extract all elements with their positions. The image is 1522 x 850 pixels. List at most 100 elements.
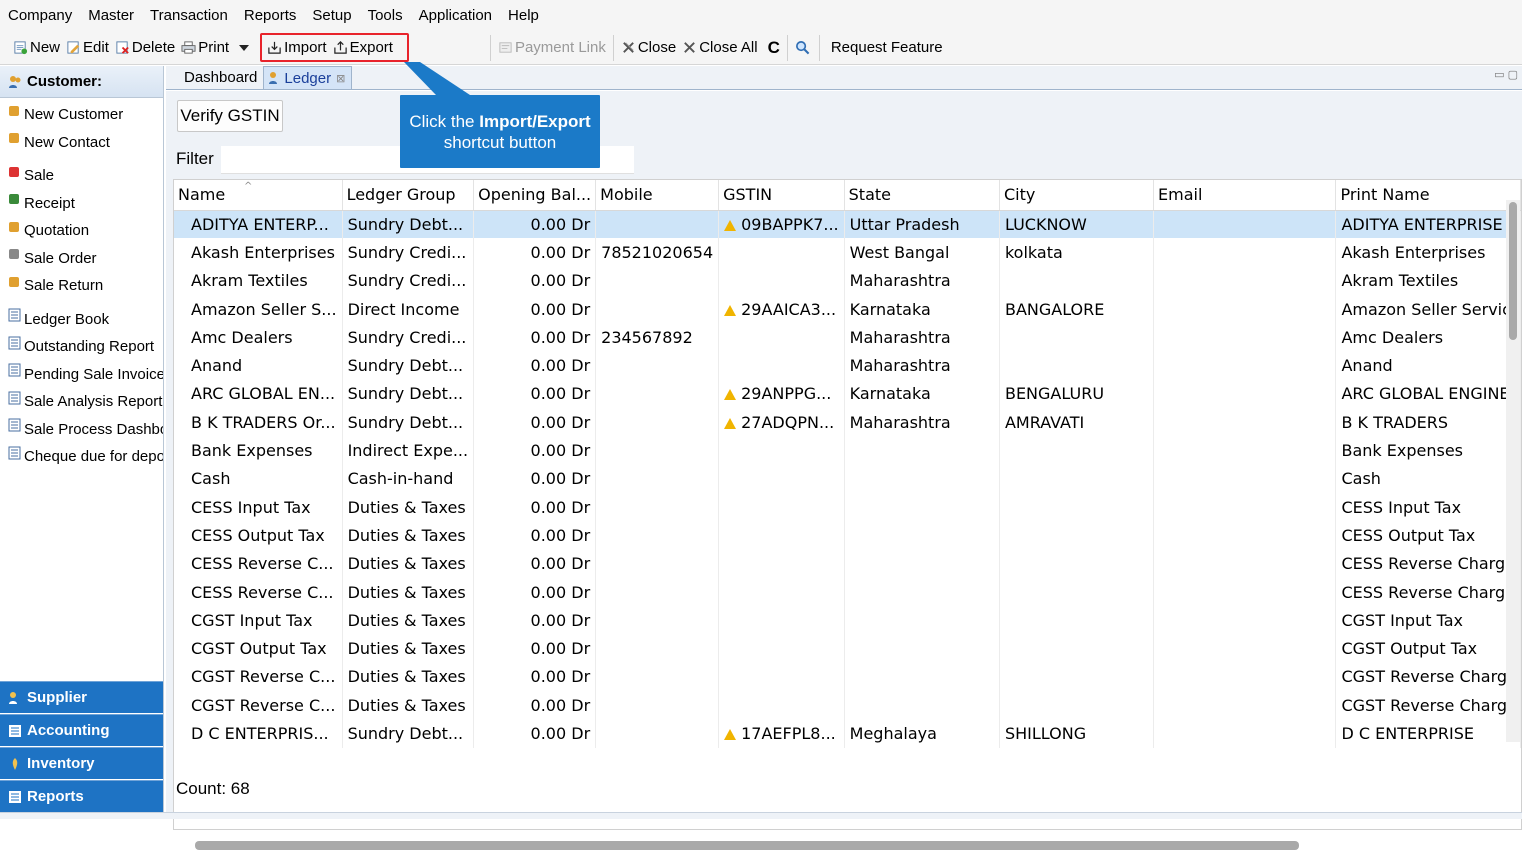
print-dropdown[interactable] — [236, 34, 252, 62]
sidebar-section-inventory[interactable]: Inventory — [0, 747, 163, 779]
sidebar-section-accounting[interactable]: Accounting — [0, 714, 163, 746]
sidebar-item-sale-return[interactable]: Sale Return — [0, 272, 163, 300]
column-header-state[interactable]: State — [844, 180, 1000, 211]
menu-help[interactable]: Help — [508, 7, 539, 24]
table-cell — [1153, 577, 1337, 607]
table-row[interactable]: CESS Input Tax Duties & Taxes 0.00 Dr CESS … — [174, 492, 1521, 522]
table-cell: CESS Output Tax — [1335, 521, 1521, 550]
table-row[interactable]: Amc Dealers Sundry Credi... 0.00 Dr 2345678… — [174, 323, 1521, 352]
sidebar-item-new-customer[interactable]: New Customer — [0, 101, 163, 129]
vertical-scrollbar-thumb[interactable] — [1509, 202, 1517, 340]
menu-application[interactable]: Application — [419, 7, 492, 24]
column-header-print-name[interactable]: Print Name — [1335, 180, 1521, 211]
tab-close-icon[interactable]: ⊠ — [336, 72, 345, 85]
horizontal-scrollbar[interactable] — [195, 841, 1299, 850]
sidebar-item-quotation[interactable]: Quotation — [0, 217, 163, 245]
table-cell: Amc Dealers — [1335, 323, 1521, 352]
table-row[interactable]: Anand Sundry Debt... 0.00 Dr Maharashtra Ana… — [174, 351, 1521, 380]
cell-text: Sundry Debt... — [347, 356, 464, 376]
table-row[interactable]: CGST Reverse C... Duties & Taxes 0.00 Dr CG… — [174, 691, 1521, 720]
minimize-maximize-icon[interactable]: ▭ ▢ — [1494, 68, 1518, 81]
table-row[interactable]: CGST Input Tax Duties & Taxes 0.00 Dr CGST … — [174, 606, 1521, 635]
accounting-icon — [9, 724, 21, 737]
column-header-opening-bal[interactable]: Opening Bal... — [473, 180, 597, 211]
sidebar-section-supplier[interactable]: Supplier — [0, 681, 163, 713]
cell-text: CGST Output Tax — [1341, 639, 1478, 659]
sidebar-item-sale-order[interactable]: Sale Order — [0, 245, 163, 273]
sidebar-item-cheque-due-for-depos[interactable]: Cheque due for depos — [0, 443, 163, 471]
table-cell: 0.00 Dr — [473, 691, 597, 720]
sidebar-section-reports[interactable]: Reports — [0, 780, 163, 812]
menu-tools[interactable]: Tools — [368, 7, 403, 24]
table-row[interactable]: ADITYA ENTERP... Sundry Debt... 0.00 Dr 09B… — [174, 210, 1521, 239]
sale-order-icon — [9, 249, 19, 260]
table-cell — [844, 634, 1000, 663]
column-header-name[interactable]: Name ^ — [174, 180, 343, 211]
table-cell — [999, 577, 1155, 607]
table-row[interactable]: CESS Reverse C... Duties & Taxes 0.00 Dr CE… — [174, 549, 1521, 578]
sidebar-item-sale-process-dashboa[interactable]: Sale Process Dashboa — [0, 416, 163, 444]
new-button[interactable]: New — [10, 34, 63, 62]
column-header-mobile[interactable]: Mobile — [595, 180, 720, 211]
refresh-button[interactable]: C — [765, 34, 783, 62]
table-row[interactable]: Akram Textiles Sundry Credi... 0.00 Dr Maha… — [174, 266, 1521, 295]
table-row[interactable]: D C ENTERPRIS... Sundry Debt... 0.00 Dr 17A… — [174, 719, 1521, 748]
sidebar-item-receipt[interactable]: Receipt — [0, 190, 163, 218]
column-header-label: GSTIN — [723, 185, 773, 205]
column-header-ledger-group[interactable]: Ledger Group — [342, 180, 475, 211]
reports-icon — [9, 790, 21, 803]
menu-master[interactable]: Master — [88, 7, 134, 24]
record-count: Count: 68 — [176, 779, 250, 798]
table-row[interactable]: CGST Reverse C... Duties & Taxes 0.00 Dr CG… — [174, 662, 1521, 692]
edit-button[interactable]: Edit — [63, 34, 112, 62]
cell-text: 0.00 Dr — [530, 299, 591, 319]
sidebar-header-customer[interactable]: Customer: — [0, 66, 163, 98]
menu-reports[interactable]: Reports — [244, 7, 297, 24]
delete-button[interactable]: Delete — [112, 34, 178, 62]
table-row[interactable]: CGST Output Tax Duties & Taxes 0.00 Dr CGST… — [174, 634, 1521, 663]
table-row[interactable]: B K TRADERS Or... Sundry Debt... 0.00 Dr 27… — [174, 408, 1521, 437]
cell-text: 0.00 Dr — [530, 356, 591, 376]
verify-gstin-button[interactable]: Verify GSTIN — [177, 100, 283, 132]
table-row[interactable]: Cash Cash-in-hand 0.00 Dr Cash — [174, 464, 1521, 493]
cell-text: D C ENTERPRISE — [1341, 723, 1474, 743]
vertical-scrollbar[interactable] — [1506, 200, 1520, 742]
table-row[interactable]: Bank Expenses Indirect Expe... 0.00 Dr Bank… — [174, 436, 1521, 465]
menu-setup[interactable]: Setup — [312, 7, 351, 24]
menu-company[interactable]: Company — [8, 7, 72, 24]
menu-transaction[interactable]: Transaction — [150, 7, 228, 24]
sidebar-item-outstanding-report[interactable]: Outstanding Report — [0, 333, 163, 361]
search-button[interactable] — [792, 34, 815, 62]
column-header-email[interactable]: Email — [1153, 180, 1337, 211]
import-button[interactable]: Import — [264, 34, 330, 62]
sidebar-item-ledger-book[interactable]: Ledger Book — [0, 306, 163, 334]
table-cell — [1153, 492, 1337, 522]
sale-icon — [9, 166, 19, 177]
table-row[interactable]: Amazon Seller S... Direct Income 0.00 Dr 29… — [174, 294, 1521, 324]
cell-text: Anand — [1341, 356, 1393, 376]
cell-text: ADITYA ENTERPRISE — [1341, 214, 1503, 234]
column-header-gstin[interactable]: GSTIN — [718, 180, 845, 211]
table-row[interactable]: ARC GLOBAL EN... Sundry Debt... 0.00 Dr 29A… — [174, 379, 1521, 409]
tab-dashboard[interactable]: Dashboard — [166, 66, 263, 89]
sidebar-item-new-contact[interactable]: New Contact — [0, 129, 163, 157]
table-row[interactable]: CESS Reverse C... Duties & Taxes 0.00 Dr CE… — [174, 577, 1521, 607]
sidebar-item-sale[interactable]: Sale — [0, 162, 163, 190]
sidebar-item-pending-sale-invoices[interactable]: Pending Sale Invoices — [0, 361, 163, 389]
close-all-button[interactable]: Close All — [679, 34, 760, 62]
request-feature-button[interactable]: Request Feature — [828, 34, 946, 62]
payment-link-button[interactable]: Payment Link — [495, 34, 609, 62]
sidebar-item-sale-analysis-report[interactable]: Sale Analysis Report — [0, 388, 163, 416]
status-bar — [0, 812, 1522, 819]
table-row[interactable]: Akash Enterprises Sundry Credi... 0.00 Dr 7… — [174, 238, 1521, 267]
cell-text: LUCKNOW — [1004, 214, 1087, 234]
table-cell: Maharashtra — [844, 408, 1000, 437]
cell-text: Sundry Credi... — [347, 271, 467, 291]
column-header-city[interactable]: City — [999, 180, 1155, 211]
export-button[interactable]: Export — [330, 34, 396, 62]
tab-ledger[interactable]: Ledger ⊠ — [263, 66, 353, 89]
table-cell: B K TRADERS Or... — [174, 408, 343, 437]
print-button[interactable]: Print — [178, 34, 232, 62]
table-row[interactable]: CESS Output Tax Duties & Taxes 0.00 Dr CESS… — [174, 521, 1521, 550]
close-button[interactable]: Close — [618, 34, 679, 62]
